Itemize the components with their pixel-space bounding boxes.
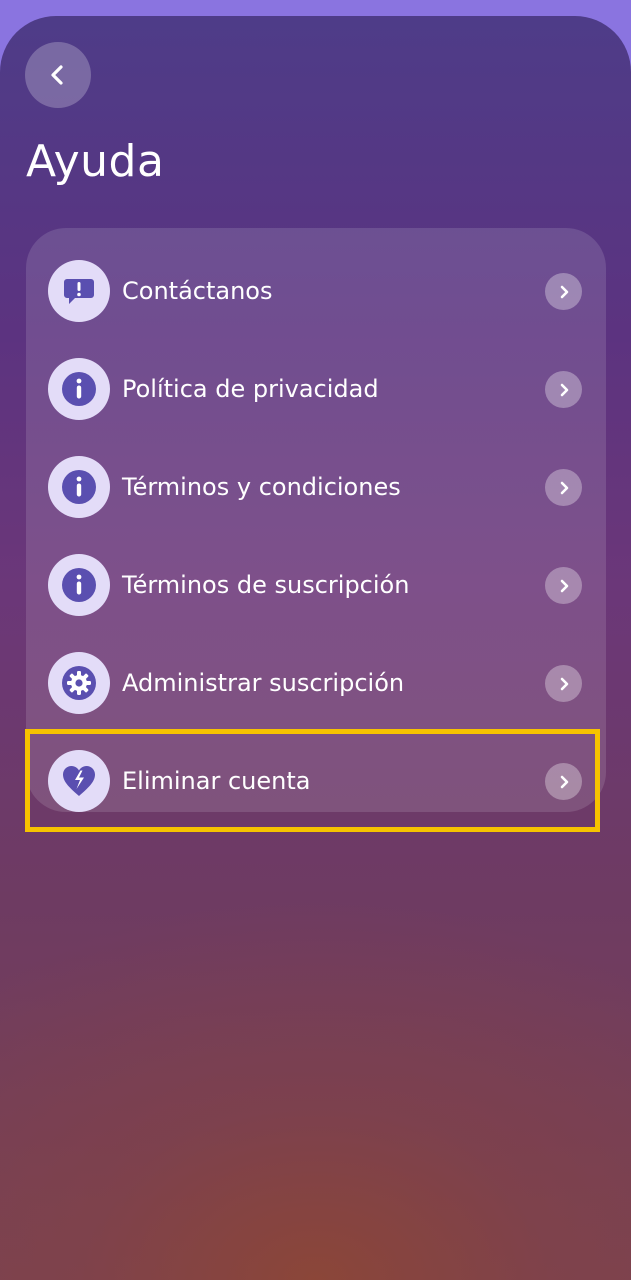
help-screen: Ayuda Contáctanos Política de privacidad…: [0, 16, 631, 1280]
info-icon: [48, 554, 110, 616]
gear-icon: [48, 652, 110, 714]
menu-item-label: Eliminar cuenta: [122, 767, 311, 795]
chevron-right-icon: [545, 763, 582, 800]
menu-item-delete-account[interactable]: Eliminar cuenta: [26, 732, 606, 830]
menu-item-label: Política de privacidad: [122, 375, 379, 403]
chevron-right-icon: [545, 273, 582, 310]
chevron-right-icon: [545, 371, 582, 408]
chevron-left-icon: [51, 65, 63, 85]
page-title: Ayuda: [26, 136, 165, 187]
message-alert-icon: [48, 260, 110, 322]
menu-item-label: Términos y condiciones: [122, 473, 401, 501]
info-icon: [48, 456, 110, 518]
chevron-right-icon: [545, 665, 582, 702]
menu-item-terms-conditions[interactable]: Términos y condiciones: [26, 438, 606, 536]
help-menu-list: Contáctanos Política de privacidad Térmi…: [26, 228, 606, 812]
chevron-right-icon: [545, 469, 582, 506]
broken-heart-icon: [48, 750, 110, 812]
menu-item-privacy-policy[interactable]: Política de privacidad: [26, 340, 606, 438]
menu-item-label: Administrar suscripción: [122, 669, 405, 697]
menu-item-label: Contáctanos: [122, 277, 273, 305]
info-icon: [48, 358, 110, 420]
menu-item-subscription-terms[interactable]: Términos de suscripción: [26, 536, 606, 634]
menu-item-manage-subscription[interactable]: Administrar suscripción: [26, 634, 606, 732]
back-button[interactable]: [25, 42, 91, 108]
menu-item-contact[interactable]: Contáctanos: [26, 242, 606, 340]
chevron-right-icon: [545, 567, 582, 604]
menu-item-label: Términos de suscripción: [122, 571, 410, 599]
